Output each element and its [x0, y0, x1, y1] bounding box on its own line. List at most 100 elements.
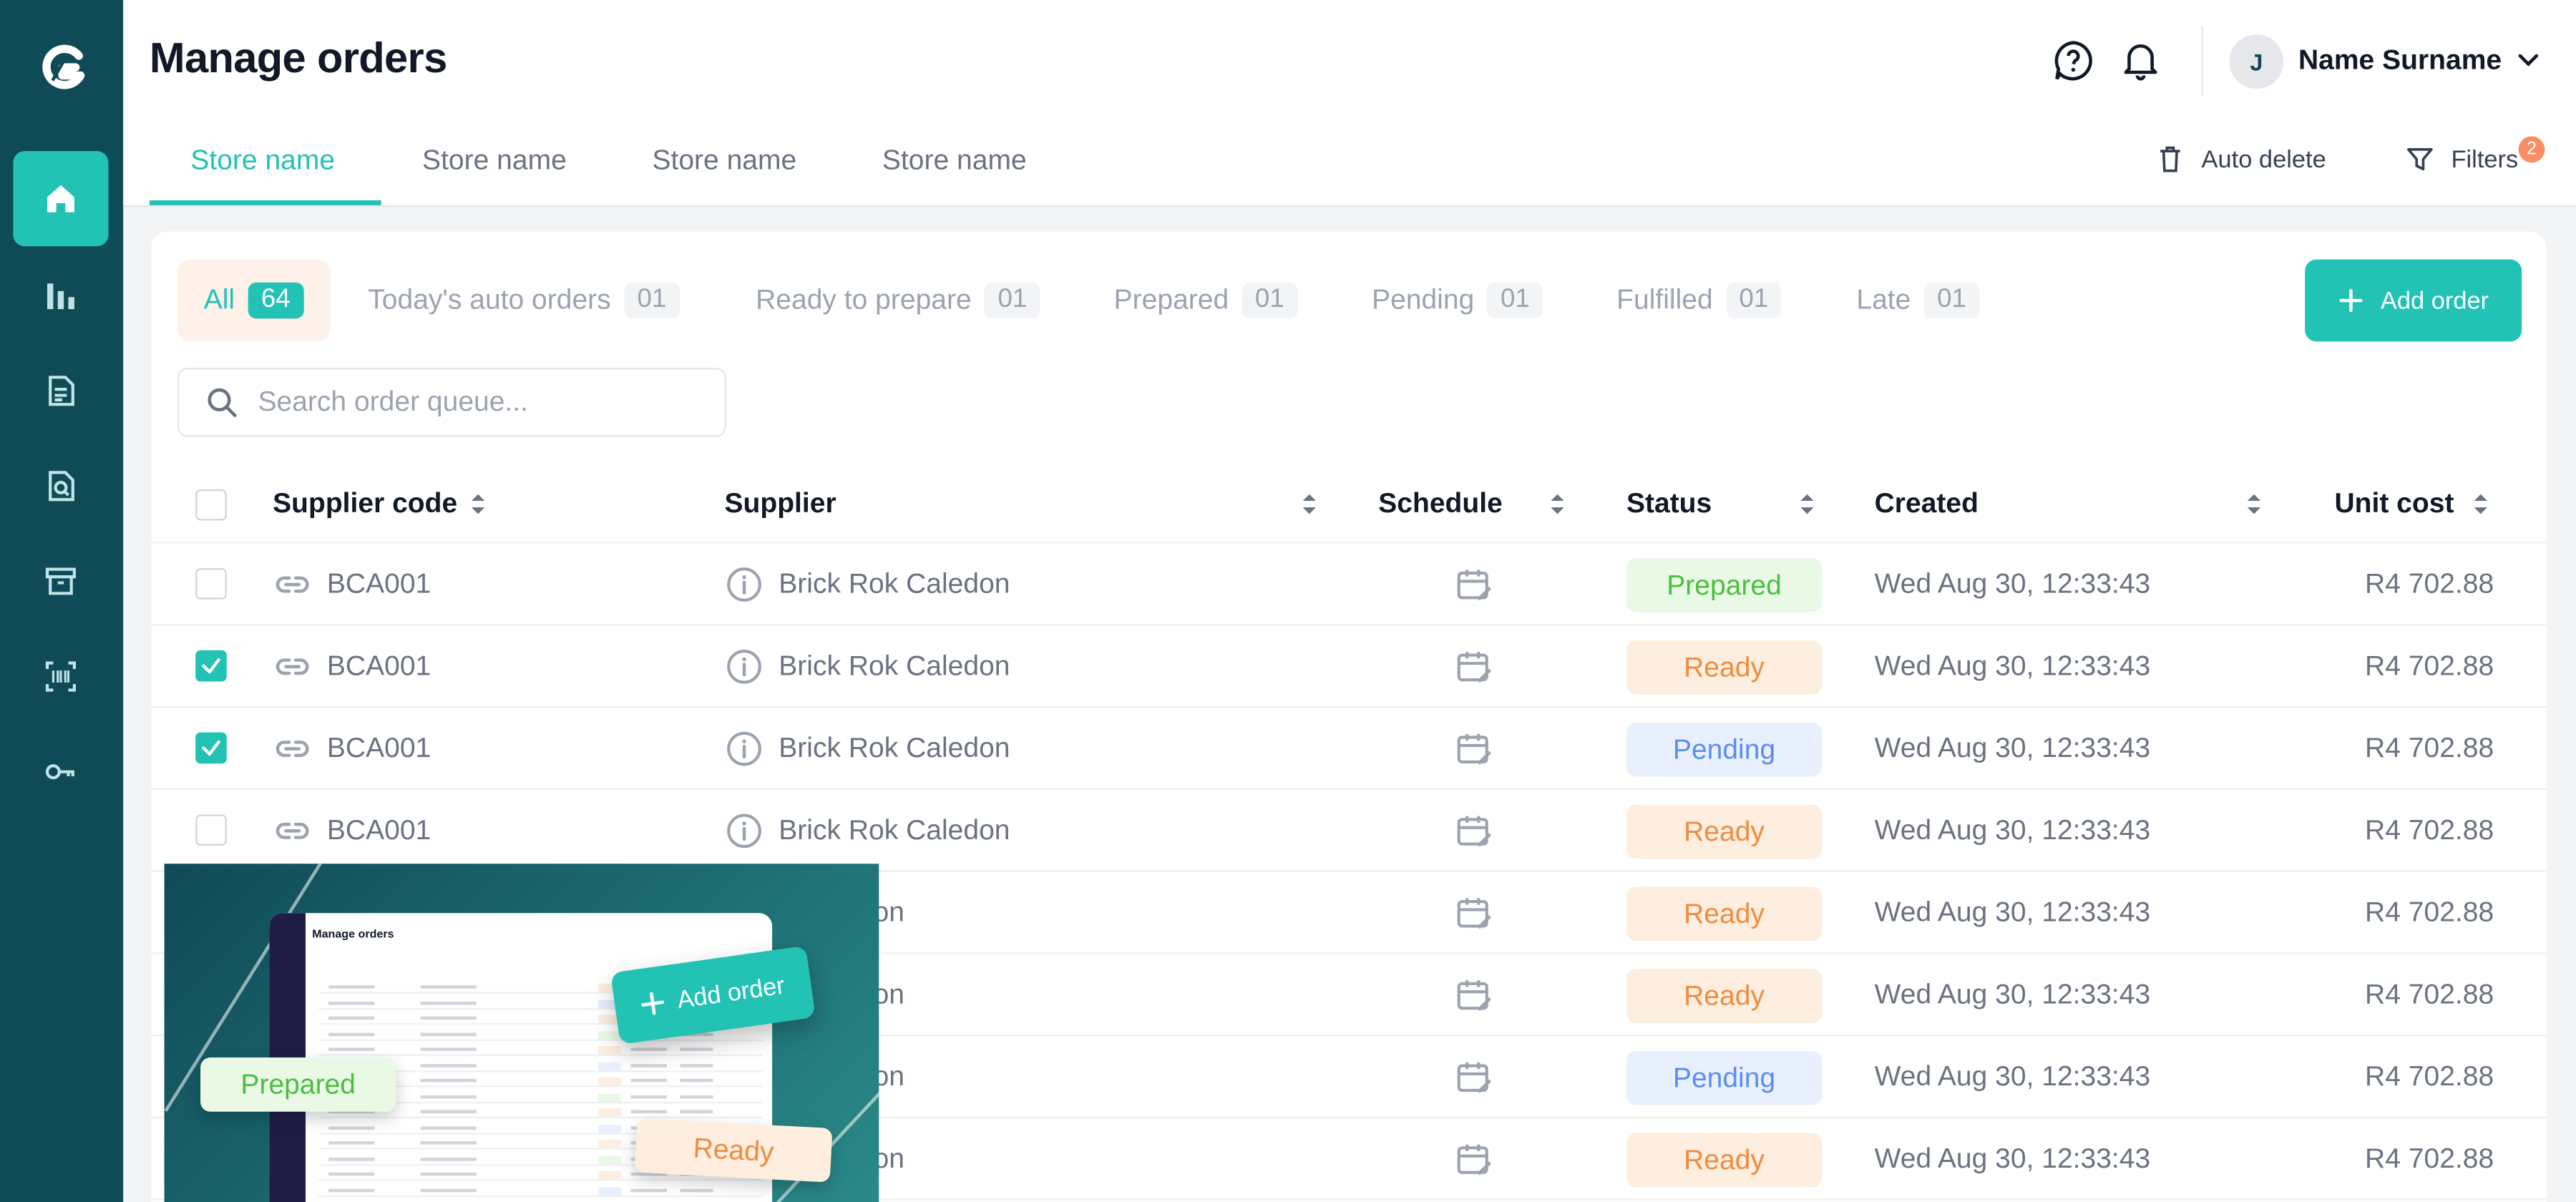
table-row[interactable]: BCA001 Brick Rok Caledon Prepared Wed Aug 3… [151, 544, 2547, 626]
calendar-edit-icon[interactable] [1454, 975, 1493, 1015]
row-checkbox[interactable] [195, 814, 227, 846]
bell-icon[interactable] [2119, 39, 2162, 82]
status-badge: Pending [1626, 722, 1823, 777]
mini-text [630, 1063, 668, 1067]
info-icon[interactable] [724, 811, 763, 851]
info-icon[interactable] [724, 565, 763, 605]
info-icon[interactable] [724, 729, 763, 768]
mini-text [420, 1032, 477, 1036]
nav-barcode[interactable] [13, 629, 108, 724]
avatar[interactable]: J [2229, 34, 2284, 89]
mini-text [680, 1110, 713, 1114]
add-order-button[interactable]: Add order [2305, 259, 2522, 342]
search-input[interactable] [258, 386, 702, 419]
sort-icon[interactable] [2472, 493, 2489, 516]
calendar-edit-icon[interactable] [1454, 647, 1493, 686]
sort-icon[interactable] [470, 493, 487, 516]
created-date: Wed Aug 30, 12:33:43 [1874, 1060, 2151, 1093]
table-row[interactable]: BCA001 Brick Rok Caledon Pending Wed Aug 30… [151, 708, 2547, 790]
document-icon [49, 376, 74, 406]
calendar-edit-icon[interactable] [1454, 811, 1493, 851]
status-tab-prepared[interactable]: Prepared 01 [1114, 260, 1298, 342]
row-checkbox[interactable] [195, 732, 227, 764]
nav-reports[interactable] [13, 248, 108, 343]
column-header-supplier[interactable]: Supplier [724, 488, 836, 521]
calendar-edit-icon[interactable] [1454, 729, 1493, 768]
column-header-supplier-code[interactable]: Supplier code [273, 488, 457, 521]
info-icon[interactable] [724, 647, 763, 686]
created-date: Wed Aug 30, 12:33:43 [1874, 1143, 2151, 1174]
home-icon [47, 185, 74, 212]
mini-text [420, 1063, 477, 1067]
mini-status-badge [597, 1061, 621, 1070]
mini-text [420, 1000, 477, 1005]
tab-store-3[interactable]: Store name [652, 145, 796, 177]
chevron-down-icon[interactable] [2514, 46, 2543, 75]
column-header-unit-cost[interactable]: Unit cost [2334, 488, 2454, 521]
sort-icon[interactable] [1301, 493, 1317, 516]
link-icon[interactable] [273, 565, 312, 605]
mini-status-badge [597, 1139, 621, 1148]
tab-store-4[interactable]: Store name [882, 145, 1027, 177]
calendar-edit-icon[interactable] [1454, 894, 1493, 933]
mini-text [420, 1141, 477, 1145]
column-header-schedule[interactable]: Schedule [1378, 488, 1503, 521]
nav-archive[interactable] [13, 534, 108, 629]
supplier-name: Brick Rok Caledon [779, 814, 1010, 846]
supplier-code: BCA001 [326, 568, 431, 600]
tab-store-1[interactable]: Store name [190, 145, 335, 177]
document-search-icon [49, 471, 74, 502]
link-icon[interactable] [273, 729, 312, 768]
nav-documents[interactable] [13, 343, 108, 439]
calendar-edit-icon[interactable] [1454, 565, 1493, 605]
user-name[interactable]: Name Surname [2298, 44, 2502, 77]
link-icon[interactable] [273, 811, 312, 851]
status-tab-pending[interactable]: Pending 01 [1372, 260, 1543, 342]
status-tab-all[interactable]: All 64 [177, 259, 330, 342]
table-row[interactable]: BCA001 Brick Rok Caledon Ready Wed Aug 30, … [151, 790, 2547, 872]
row-checkbox[interactable] [195, 650, 227, 682]
table-row[interactable]: BCA001 Brick Rok Caledon Ready Wed Aug 30, … [151, 625, 2547, 708]
mini-status-badge [597, 1155, 621, 1164]
mini-text [630, 1047, 668, 1051]
unit-cost: R4 702.88 [2365, 650, 2494, 682]
mini-text [328, 1172, 375, 1176]
calendar-edit-icon[interactable] [1454, 1057, 1493, 1097]
nav-home[interactable] [13, 151, 109, 247]
status-tab-fulfilled[interactable]: Fulfilled 01 [1616, 260, 1782, 342]
column-header-status[interactable]: Status [1626, 488, 1712, 521]
mini-row-divider [318, 1038, 763, 1040]
status-tab-label: Pending [1372, 284, 1475, 316]
help-icon[interactable] [2052, 39, 2095, 82]
column-header-created[interactable]: Created [1875, 488, 1979, 521]
status-tab-label: All [203, 284, 235, 316]
status-tab-label: Today's auto orders [368, 284, 611, 316]
select-all-checkbox[interactable] [195, 489, 227, 521]
sort-icon[interactable] [2245, 493, 2262, 516]
mini-title: Manage orders [312, 929, 394, 942]
status-tab-todays-auto-orders[interactable]: Today's auto orders 01 [368, 260, 680, 342]
filters-button[interactable]: Filters [2405, 145, 2518, 174]
row-checkbox[interactable] [195, 568, 227, 600]
supplier-code: BCA001 [326, 814, 431, 846]
promo-ready-badge: Ready [634, 1118, 833, 1183]
unit-cost: R4 702.88 [2365, 814, 2494, 846]
mini-text [680, 1094, 713, 1098]
mini-status-badge [597, 1186, 621, 1195]
link-icon[interactable] [273, 647, 312, 686]
bar-chart-icon [47, 283, 74, 310]
sort-icon[interactable] [1549, 493, 1566, 516]
nav-search-docs[interactable] [13, 439, 108, 534]
calendar-edit-icon[interactable] [1454, 1140, 1493, 1179]
app-logo-icon[interactable] [33, 39, 92, 99]
sort-icon[interactable] [1799, 493, 1815, 516]
status-tab-late[interactable]: Late 01 [1856, 260, 1980, 342]
nav-keys[interactable] [13, 724, 108, 819]
tab-store-2[interactable]: Store name [422, 145, 567, 177]
mini-text [328, 1032, 375, 1036]
mini-text [328, 1141, 375, 1145]
status-tab-ready-to-prepare[interactable]: Ready to prepare 01 [756, 260, 1040, 342]
mini-status-badge [597, 1093, 621, 1101]
auto-delete-button[interactable]: Auto delete [2155, 145, 2326, 174]
plus-icon [641, 992, 665, 1015]
